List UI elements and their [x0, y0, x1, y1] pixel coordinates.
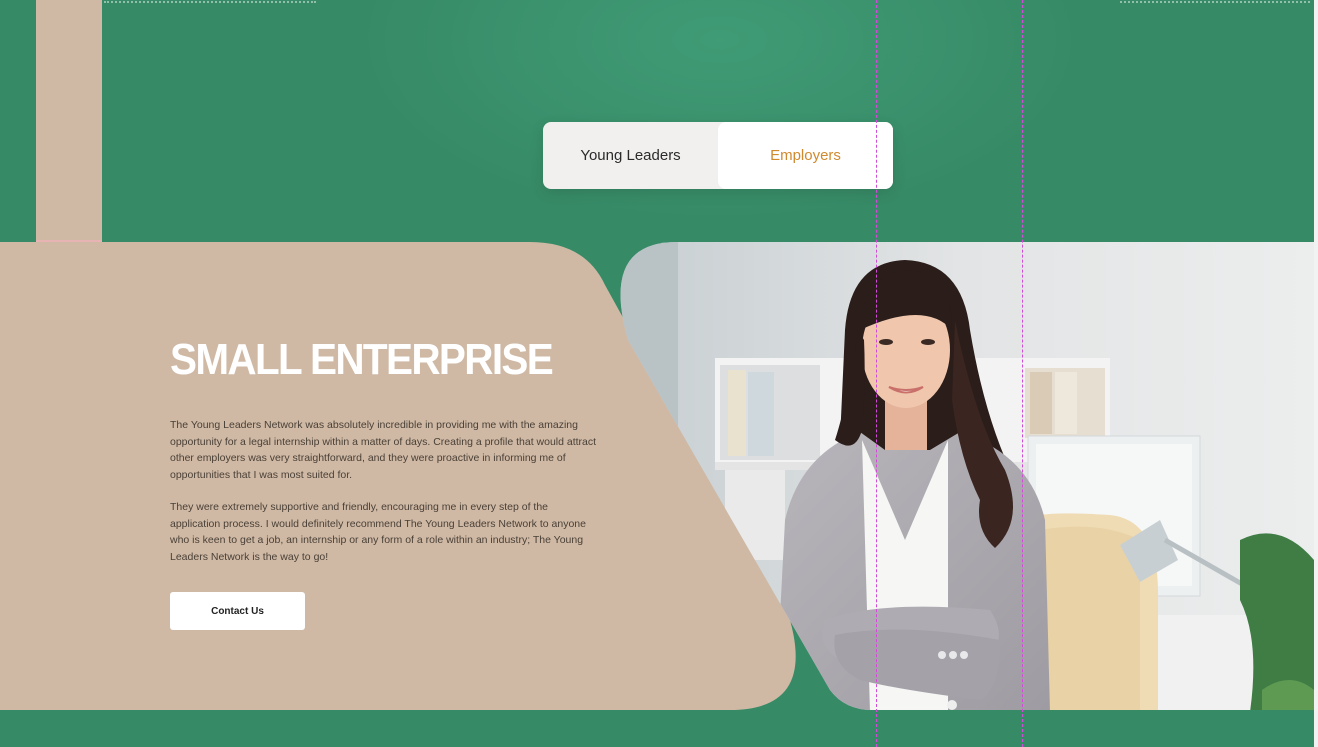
contact-us-button[interactable]: Contact Us: [170, 592, 305, 630]
audience-toggle: Young Leaders Employers: [543, 122, 893, 189]
testimonial-paragraph-1: The Young Leaders Network was absolutely…: [170, 419, 597, 481]
toggle-young-leaders[interactable]: Young Leaders: [543, 122, 718, 189]
right-edge: [1314, 0, 1318, 747]
page-title: SMALL ENTERPRISE: [170, 335, 554, 384]
testimonial-paragraph-2: They were extremely supportive and frien…: [170, 501, 586, 563]
toggle-employers[interactable]: Employers: [718, 122, 893, 189]
layout-guide-line: [876, 0, 877, 747]
layout-guide-line: [1022, 0, 1023, 747]
